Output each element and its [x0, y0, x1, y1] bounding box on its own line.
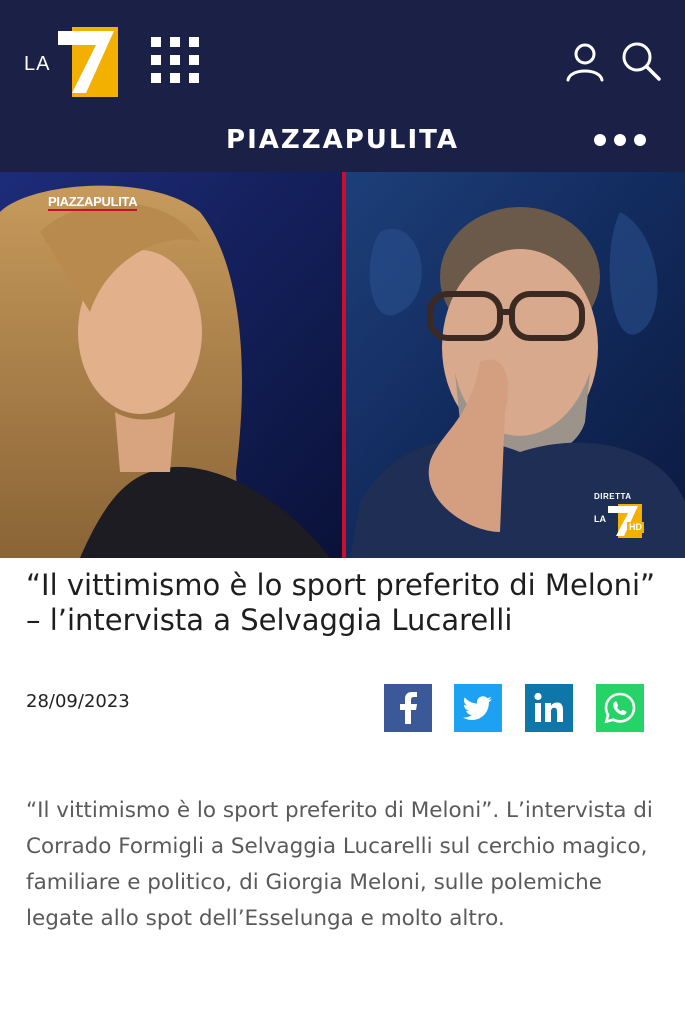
article-title: “Il vittimismo è lo sport preferito di M…: [26, 568, 656, 637]
watermark-la: LA: [594, 514, 606, 524]
video-player[interactable]: PIAZZAPULITA DIRETTA LA HD: [0, 172, 685, 558]
site-header: LA PIAZZAPULITA: [0, 0, 685, 172]
la7-logo[interactable]: LA: [24, 27, 118, 97]
article-description: “Il vittimismo è lo sport preferito di M…: [26, 798, 653, 931]
linkedin-share-button[interactable]: [525, 684, 573, 732]
logo-text: LA: [24, 53, 51, 75]
user-icon[interactable]: [565, 42, 605, 82]
grid-menu-icon[interactable]: [151, 37, 199, 83]
whatsapp-share-button[interactable]: [596, 684, 644, 732]
show-title[interactable]: PIAZZAPULITA: [0, 118, 685, 162]
article-date: 28/09/2023: [26, 691, 130, 712]
seven-logo-icon: [58, 27, 118, 97]
whatsapp-icon: [604, 692, 636, 724]
twitter-icon: [462, 696, 492, 720]
watermark-diretta: DIRETTA: [594, 492, 632, 501]
video-thumbnail: [0, 172, 685, 558]
watermark-la7-hd: DIRETTA LA HD: [594, 492, 646, 538]
more-options-icon[interactable]: [590, 129, 650, 151]
search-icon[interactable]: [620, 40, 662, 82]
facebook-share-button[interactable]: [384, 684, 432, 732]
watermark-piazzapulita: PIAZZAPULITA: [48, 194, 138, 211]
facebook-icon: [400, 692, 417, 724]
twitter-share-button[interactable]: [454, 684, 502, 732]
watermark-hd: HD: [627, 522, 644, 533]
linkedin-icon: [534, 692, 563, 722]
